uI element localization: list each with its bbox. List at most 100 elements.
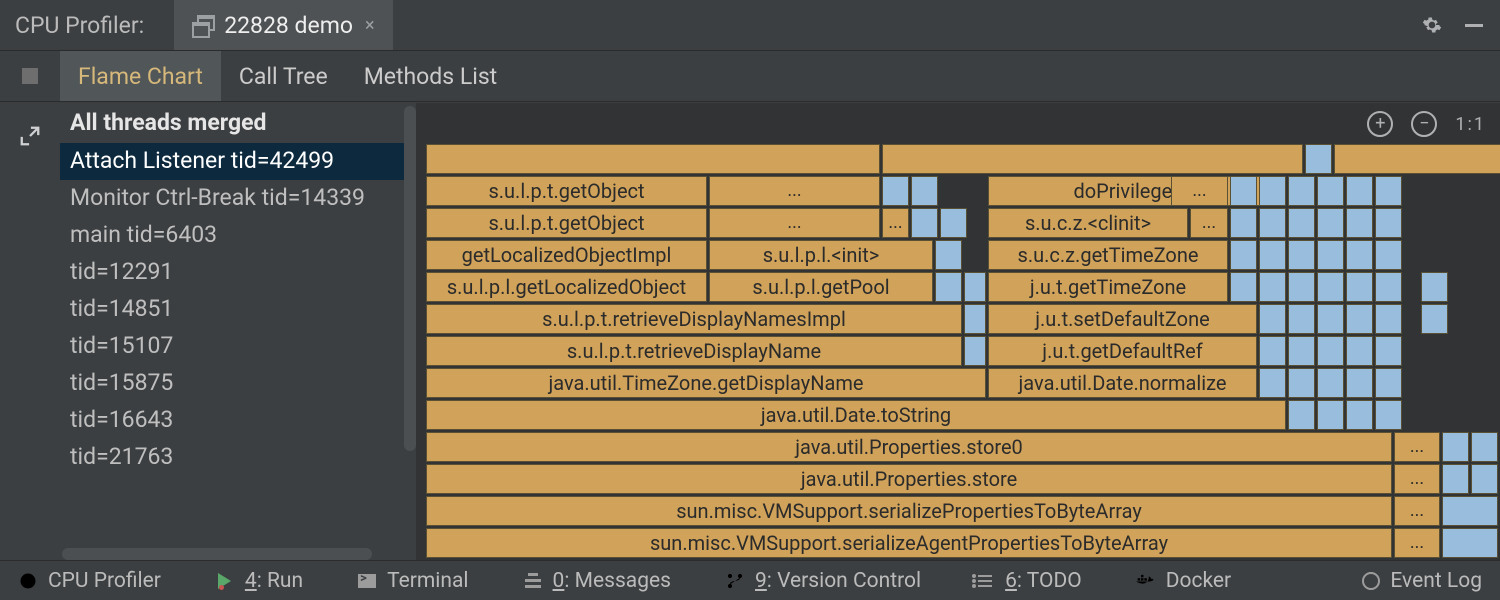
flame-frame-native[interactable] [1288, 400, 1315, 430]
thread-item[interactable]: Attach Listener tid=42499 [60, 143, 416, 180]
flame-frame-native[interactable] [1317, 336, 1344, 366]
flame-frame[interactable]: java.util.Properties.store0 [426, 432, 1392, 462]
scrollbar-horizontal[interactable] [62, 548, 372, 560]
flame-frame[interactable]: s.u.l.p.t.getObject [426, 176, 707, 206]
flame-frame[interactable]: ... [1394, 528, 1440, 558]
flame-frame-native[interactable] [1442, 528, 1498, 558]
flame-frame-native[interactable] [1346, 208, 1373, 238]
flame-frame[interactable]: ... [1190, 208, 1228, 238]
flame-frame-native[interactable] [964, 336, 986, 366]
flame-frame-native[interactable] [1375, 336, 1402, 366]
flame-frame-native[interactable] [1375, 240, 1402, 270]
tool-window-event-log[interactable]: Event Log [1362, 569, 1482, 593]
flame-frame-native[interactable] [1421, 304, 1448, 334]
close-icon[interactable]: × [365, 15, 375, 36]
tool-window-run[interactable]: 4: Run [215, 569, 303, 593]
flame-chart-area[interactable]: + − 1:1 s.u.l.p.t.getObject...doPrivileg… [416, 103, 1500, 560]
thread-item[interactable]: Monitor Ctrl-Break tid=14339 [60, 180, 416, 217]
flame-frame[interactable]: java.util.TimeZone.getDisplayName [426, 368, 986, 398]
flame-frame-native[interactable] [911, 208, 938, 238]
flame-frame-native[interactable] [1471, 464, 1498, 494]
flame-frame[interactable]: s.u.l.p.t.retrieveDisplayNamesImpl [426, 304, 962, 334]
gear-icon[interactable] [1421, 14, 1443, 36]
flame-frame[interactable]: ... [1394, 464, 1440, 494]
flame-frame-native[interactable] [1442, 496, 1498, 526]
zoom-ratio-label[interactable]: 1:1 [1455, 114, 1486, 135]
flame-frame-native[interactable] [1346, 304, 1373, 334]
flame-frame-native[interactable] [1421, 272, 1448, 302]
flame-frame-native[interactable] [940, 208, 967, 238]
flame-frame-native[interactable] [1442, 432, 1469, 462]
flame-frame[interactable]: ... [882, 208, 909, 238]
flame-frame-native[interactable] [1375, 400, 1402, 430]
thread-item[interactable]: tid=14851 [60, 291, 416, 328]
thread-item[interactable]: tid=16643 [60, 402, 416, 439]
flame-frame-native[interactable] [1288, 240, 1315, 270]
flame-frame-native[interactable] [1346, 272, 1373, 302]
flame-frame[interactable]: s.u.c.z.getTimeZone [988, 240, 1228, 270]
flame-frame-native[interactable] [1230, 240, 1257, 270]
flame-frame[interactable]: ... [1394, 496, 1440, 526]
zoom-in-button[interactable]: + [1367, 111, 1393, 137]
flame-frame-native[interactable] [1346, 336, 1373, 366]
flame-frame[interactable]: s.u.l.p.t.retrieveDisplayName [426, 336, 962, 366]
tool-window-cpu-profiler[interactable]: CPU Profiler [18, 569, 161, 593]
flame-frame-native[interactable] [1259, 176, 1286, 206]
flame-frame-native[interactable] [1375, 304, 1402, 334]
flame-frame-native[interactable] [1375, 176, 1402, 206]
flame-frame-native[interactable] [1375, 272, 1402, 302]
flame-frame[interactable]: j.u.t.getDefaultRef [988, 336, 1257, 366]
flame-frame-native[interactable] [1317, 400, 1344, 430]
tool-window-docker[interactable]: Docker [1136, 569, 1231, 593]
flame-frame[interactable]: j.u.t.getTimeZone [988, 272, 1228, 302]
flame-frame-native[interactable] [1317, 368, 1344, 398]
tool-window-terminal[interactable]: Terminal [357, 569, 468, 593]
flame-frame-native[interactable] [1442, 464, 1469, 494]
flame-frame[interactable]: java.util.Properties.store [426, 464, 1392, 494]
tab-flame-chart[interactable]: Flame Chart [60, 51, 221, 101]
flame-frame-native[interactable] [1288, 368, 1315, 398]
flame-frame[interactable]: java.util.Date.toString [426, 400, 1286, 430]
flame-frame-native[interactable] [1288, 208, 1315, 238]
flame-frame-native[interactable] [1317, 240, 1344, 270]
flame-frame[interactable] [1334, 144, 1500, 174]
flame-frame[interactable]: ... [1394, 432, 1440, 462]
flame-frame-native[interactable] [1346, 368, 1373, 398]
session-tab[interactable]: 22828 demo × [174, 0, 392, 50]
thread-item[interactable]: tid=21763 [60, 439, 416, 476]
flame-frame[interactable]: sun.misc.VMSupport.serializeAgentPropert… [426, 528, 1392, 558]
flame-frame-native[interactable] [1259, 208, 1286, 238]
flame-frame-native[interactable] [1230, 272, 1257, 302]
minimize-icon[interactable] [1463, 14, 1485, 36]
flame-frame[interactable]: s.u.l.p.l.getLocalizedObject [426, 272, 707, 302]
flame-frame-native[interactable] [964, 304, 986, 334]
flame-frame-native[interactable] [1288, 176, 1315, 206]
flame-frame-native[interactable] [1317, 176, 1344, 206]
flame-frame-native[interactable] [1288, 304, 1315, 334]
flame-frame-native[interactable] [1288, 336, 1315, 366]
flame-frame-native[interactable] [1317, 272, 1344, 302]
flame-frame-native[interactable] [1305, 144, 1332, 174]
tab-call-tree[interactable]: Call Tree [221, 51, 346, 101]
flame-frame[interactable] [426, 144, 880, 174]
flame-frame-native[interactable] [964, 272, 986, 302]
flame-frame[interactable]: getLocalizedObjectImpl [426, 240, 707, 270]
flame-frame-native[interactable] [1259, 368, 1286, 398]
flame-frame-native[interactable] [1375, 368, 1402, 398]
flame-frame-native[interactable] [935, 240, 962, 270]
flame-frame-native[interactable] [1259, 304, 1286, 334]
flame-frame[interactable]: s.u.l.p.t.getObject [426, 208, 707, 238]
flame-frame-native[interactable] [911, 176, 938, 206]
flame-frame[interactable]: java.util.Date.normalize [988, 368, 1257, 398]
flame-frame[interactable]: ... [709, 208, 880, 238]
thread-item[interactable]: tid=12291 [60, 254, 416, 291]
flame-frame-native[interactable] [1230, 208, 1257, 238]
flame-frame-native[interactable] [1346, 176, 1373, 206]
panel-toggle[interactable] [0, 51, 60, 101]
flame-frame-native[interactable] [1346, 240, 1373, 270]
thread-item[interactable]: tid=15107 [60, 328, 416, 365]
thread-item[interactable]: main tid=6403 [60, 217, 416, 254]
scrollbar-vertical[interactable] [404, 106, 416, 451]
tool-window-messages[interactable]: 0: Messages [523, 569, 671, 593]
flame-frame-native[interactable] [1375, 208, 1402, 238]
